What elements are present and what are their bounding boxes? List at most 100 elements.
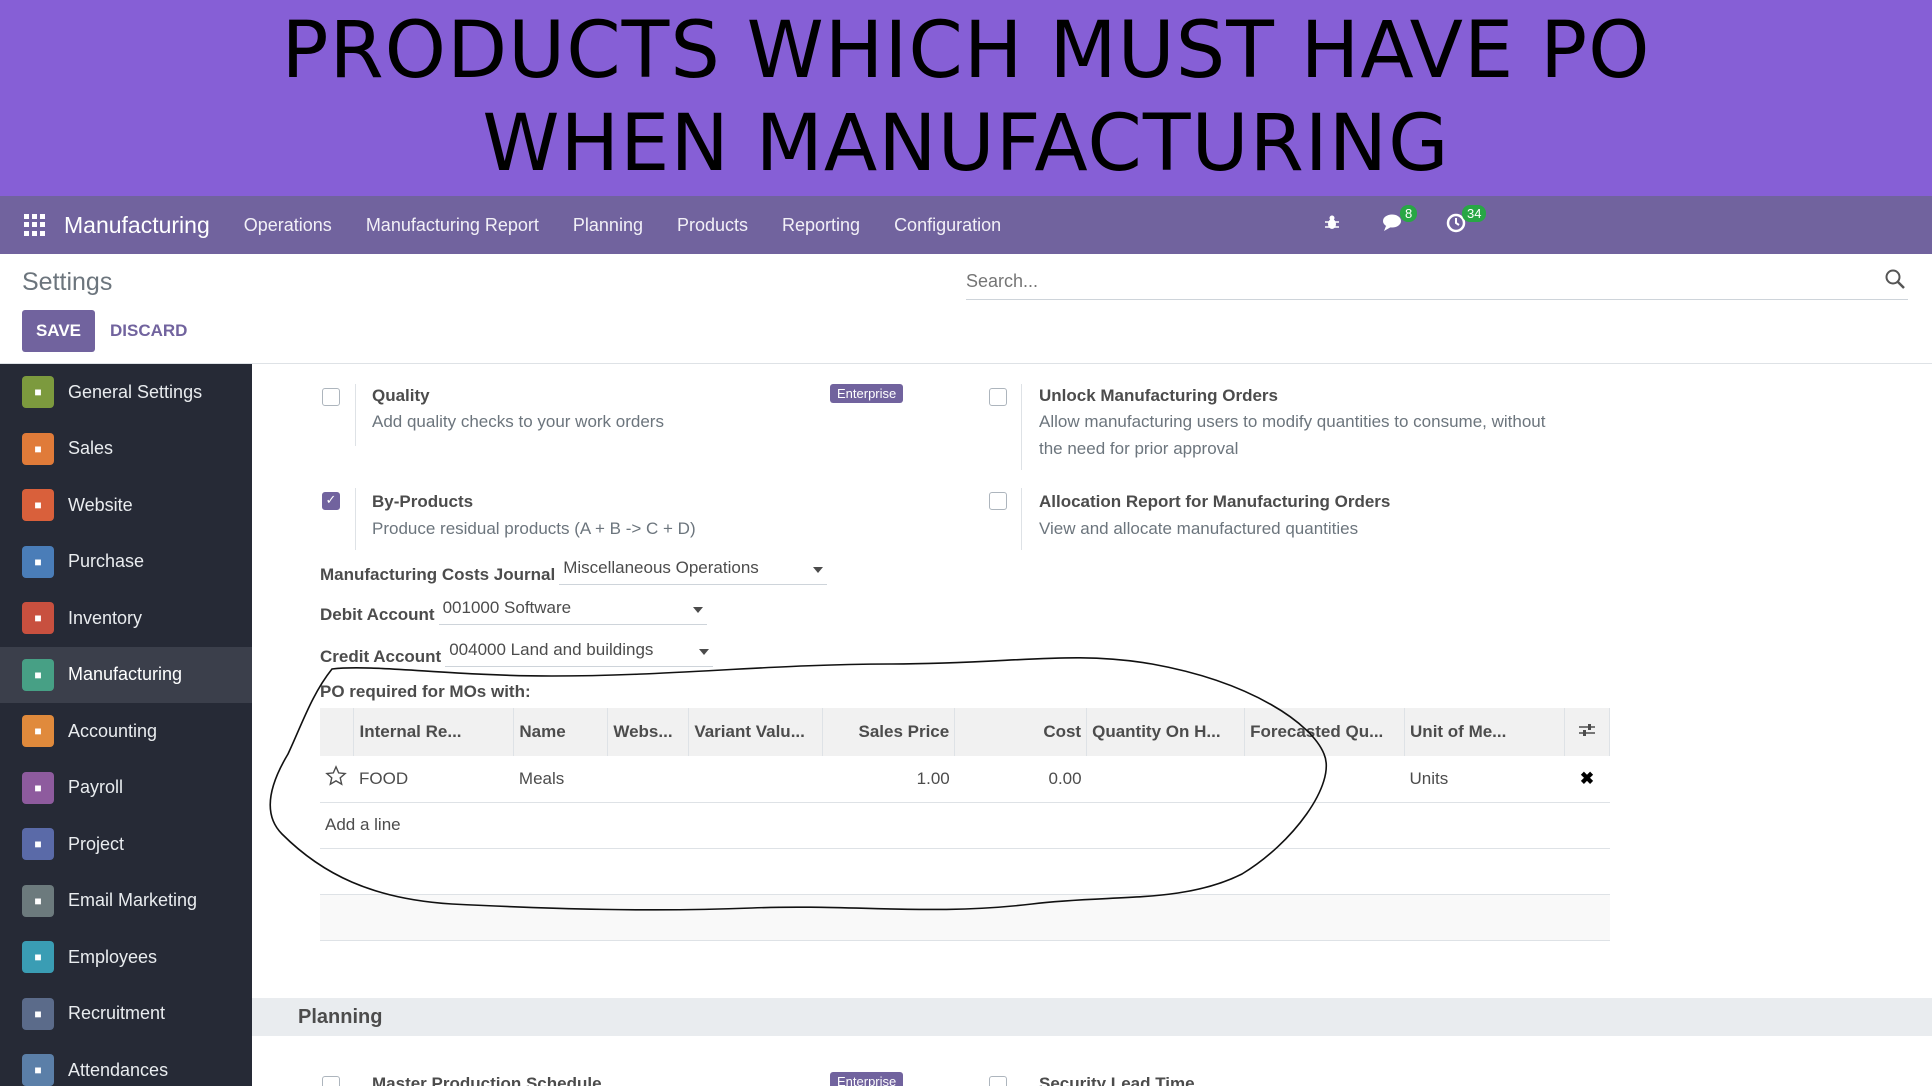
- unlock-mo-desc: Allow manufacturing users to modify quan…: [1039, 412, 1546, 458]
- sidebar-item-label: Website: [68, 494, 133, 515]
- sidebar-item-label: General Settings: [68, 381, 203, 402]
- bug-icon[interactable]: [1320, 213, 1344, 237]
- optional-columns-toggle[interactable]: [1564, 708, 1611, 756]
- header-handle: [320, 708, 355, 756]
- activities-badge: 34: [1462, 204, 1487, 222]
- cell-variant[interactable]: [688, 756, 823, 803]
- quality-enterprise-badge: Enterprise: [830, 384, 904, 403]
- search-icon[interactable]: [1884, 268, 1906, 290]
- chat-icon[interactable]: 8: [1382, 204, 1418, 238]
- globe-icon: ■: [22, 489, 54, 522]
- cell-sales-price[interactable]: 1.00: [822, 756, 955, 803]
- menu-configuration[interactable]: Configuration: [894, 215, 1001, 236]
- costs-journal-select[interactable]: Miscellaneous Operations: [559, 558, 828, 585]
- credit-account-select[interactable]: 004000 Land and buildings: [445, 640, 714, 667]
- col-qty-on-hand[interactable]: Quantity On H...: [1086, 708, 1246, 756]
- sidebar-item-project[interactable]: ■ Project: [0, 816, 252, 873]
- wrench-icon: ■: [22, 658, 54, 691]
- po-products-table: Internal Re... Name Webs... Variant Valu…: [320, 708, 1611, 941]
- sidebar-item-label: Recruitment: [68, 1003, 166, 1024]
- menu-planning[interactable]: Planning: [573, 215, 643, 236]
- title-banner: PRODUCTS WHICH MUST HAVE PO WHEN MANUFAC…: [0, 0, 1932, 196]
- setting-divider: [1021, 488, 1022, 550]
- col-name[interactable]: Name: [513, 708, 609, 756]
- sliders-icon: [1578, 723, 1595, 736]
- chevron-down-icon: [699, 649, 710, 655]
- sidebar-item-recruitment[interactable]: ■ Recruitment: [0, 986, 252, 1043]
- top-navbar: Manufacturing Operations Manufacturing R…: [0, 196, 1932, 254]
- debit-account-label: Debit Account: [320, 605, 435, 624]
- col-forecasted[interactable]: Forecasted Qu...: [1244, 708, 1406, 756]
- cell-website[interactable]: [607, 756, 689, 803]
- app-brand[interactable]: Manufacturing: [64, 212, 210, 239]
- col-variant[interactable]: Variant Valu...: [688, 708, 824, 756]
- sidebar-item-sales[interactable]: ■ Sales: [0, 421, 252, 478]
- discard-button[interactable]: DISCARD: [110, 310, 187, 352]
- search-bar: [966, 264, 1908, 300]
- chevron-down-icon: [813, 567, 824, 573]
- sidebar-item-label: Purchase: [68, 551, 145, 572]
- allocation-title: Allocation Report for Manufacturing Orde…: [1039, 492, 1391, 511]
- favorite-star-icon[interactable]: [320, 756, 354, 803]
- activity-clock-icon[interactable]: 34: [1444, 204, 1487, 238]
- table-row[interactable]: FOOD Meals 1.00 0.00 Units ✖: [320, 756, 1610, 803]
- magnifier-icon: ■: [22, 997, 54, 1030]
- sidebar-item-employees[interactable]: ■ Employees: [0, 929, 252, 986]
- menu-products[interactable]: Products: [677, 215, 748, 236]
- sidebar-item-label: Email Marketing: [68, 890, 198, 911]
- planning-section-header: Planning: [252, 998, 1932, 1036]
- cell-uom[interactable]: Units: [1404, 756, 1565, 803]
- sidebar-item-email-marketing[interactable]: ■ Email Marketing: [0, 873, 252, 930]
- save-button[interactable]: SAVE: [22, 310, 95, 352]
- setting-divider: [355, 488, 356, 550]
- empty-row: [320, 848, 1610, 895]
- sidebar-item-purchase[interactable]: ■ Purchase: [0, 534, 252, 591]
- by-products-checkbox[interactable]: ✓: [322, 492, 340, 510]
- quality-desc: Add quality checks to your work orders: [372, 412, 664, 431]
- col-internal-ref[interactable]: Internal Re...: [353, 708, 515, 756]
- by-products-title: By-Products: [372, 492, 474, 511]
- debit-account-row: Debit Account 001000 Software: [320, 598, 707, 625]
- sidebar-item-attendances[interactable]: ■ Attendances: [0, 1042, 252, 1086]
- sidebar-item-payroll[interactable]: ■ Payroll: [0, 760, 252, 817]
- delete-row-icon[interactable]: ✖: [1564, 756, 1610, 803]
- mps-enterprise-badge: Enterprise: [830, 1072, 904, 1086]
- sidebar-item-inventory[interactable]: ■ Inventory: [0, 590, 252, 647]
- apps-grid-icon[interactable]: [24, 214, 46, 236]
- credit-card-icon: ■: [22, 545, 54, 578]
- mps-checkbox[interactable]: [322, 1076, 340, 1086]
- add-line-link[interactable]: Add a line: [320, 802, 1610, 849]
- menu-reporting[interactable]: Reporting: [782, 215, 860, 236]
- cell-qty-on-hand[interactable]: [1086, 756, 1245, 803]
- settings-sidebar: ■ General Settings ■ Sales ■ Website ■ Purchase…: [0, 364, 252, 1086]
- sidebar-item-website[interactable]: ■ Website: [0, 477, 252, 534]
- col-uom[interactable]: Unit of Me...: [1404, 708, 1565, 756]
- col-sales-price[interactable]: Sales Price: [822, 708, 956, 756]
- unlock-mo-checkbox[interactable]: [989, 388, 1007, 406]
- menu-manufacturing-report[interactable]: Manufacturing Report: [366, 215, 539, 236]
- user-clock-icon: ■: [22, 1054, 54, 1086]
- sidebar-item-label: Project: [68, 833, 125, 854]
- col-website[interactable]: Webs...: [607, 708, 690, 756]
- sidebar-item-label: Payroll: [68, 777, 124, 798]
- sidebar-item-accounting[interactable]: ■ Accounting: [0, 703, 252, 760]
- sidebar-item-general-settings[interactable]: ■ General Settings: [0, 364, 252, 421]
- col-cost[interactable]: Cost: [954, 708, 1088, 756]
- allocation-checkbox[interactable]: [989, 492, 1007, 510]
- quality-checkbox[interactable]: [322, 388, 340, 406]
- search-input[interactable]: [966, 264, 1866, 298]
- cell-name[interactable]: Meals: [513, 756, 608, 803]
- security-lead-checkbox[interactable]: [989, 1076, 1007, 1086]
- puzzle-icon: ■: [22, 828, 54, 861]
- sidebar-item-manufacturing[interactable]: ■ Manufacturing: [0, 646, 252, 703]
- cell-forecasted[interactable]: [1244, 756, 1405, 803]
- table-header-row: Internal Re... Name Webs... Variant Valu…: [320, 708, 1611, 756]
- menu-operations[interactable]: Operations: [244, 215, 332, 236]
- cell-cost[interactable]: 0.00: [954, 756, 1087, 803]
- sidebar-item-label: Employees: [68, 946, 158, 967]
- cell-internal-ref[interactable]: FOOD: [353, 756, 514, 803]
- security-lead-title: Security Lead Time: [1039, 1074, 1195, 1086]
- empty-row: [320, 894, 1610, 941]
- debit-account-select[interactable]: 001000 Software: [438, 598, 707, 625]
- payroll-icon: ■: [22, 771, 54, 804]
